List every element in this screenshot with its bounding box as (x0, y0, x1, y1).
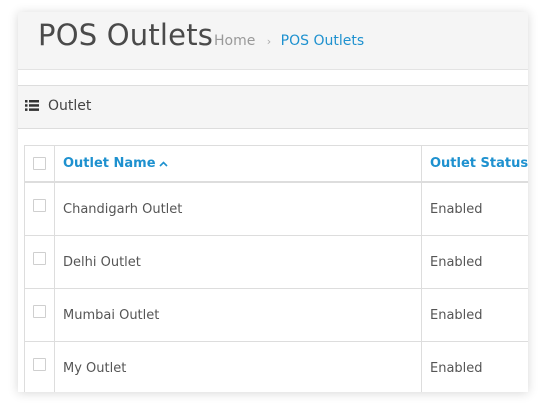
outlet-status-cell: Enabled (421, 341, 528, 392)
select-all-cell (24, 145, 55, 183)
section-title: Outlet (48, 98, 92, 114)
list-icon (25, 100, 39, 111)
row-checkbox[interactable] (33, 357, 46, 371)
table-row: Chandigarh Outlet Enabled (24, 181, 528, 236)
breadcrumb-home-link[interactable]: Home (214, 33, 255, 49)
table-row: Mumbai Outlet Enabled (24, 288, 528, 342)
outlets-table: Outlet Name Outlet Status Chandigarh Out… (24, 145, 528, 392)
outlet-name-cell: Chandigarh Outlet (54, 181, 422, 236)
breadcrumb: Home › POS Outlets (214, 33, 364, 49)
column-header-outlet-name[interactable]: Outlet Name (54, 145, 422, 183)
section-heading: Outlet (18, 85, 528, 129)
breadcrumb-separator: › (266, 35, 272, 48)
row-select-cell (24, 288, 55, 342)
row-checkbox[interactable] (33, 304, 46, 318)
outlet-status-cell: Enabled (421, 288, 528, 342)
column-header-outlet-status[interactable]: Outlet Status (421, 145, 528, 183)
outlet-status-sort-link[interactable]: Outlet Status (430, 156, 528, 171)
row-select-cell (24, 341, 55, 392)
content-panel: POS Outlets Home › POS Outlets Outlet Ou… (18, 12, 528, 392)
outlet-status-cell: Enabled (421, 181, 528, 236)
breadcrumb-pos-outlets-link[interactable]: POS Outlets (281, 33, 364, 49)
outlet-status-cell: Enabled (421, 235, 528, 289)
row-select-cell (24, 181, 55, 236)
table-row: My Outlet Enabled (24, 341, 528, 392)
outlet-name-cell: My Outlet (54, 341, 422, 392)
row-checkbox[interactable] (33, 198, 46, 212)
table-row: Delhi Outlet Enabled (24, 235, 528, 289)
row-checkbox[interactable] (33, 251, 46, 265)
table-header-row: Outlet Name Outlet Status (24, 145, 528, 183)
chevron-up-icon (158, 160, 168, 167)
outlet-name-sort-link[interactable]: Outlet Name (63, 156, 156, 171)
outlet-name-cell: Delhi Outlet (54, 235, 422, 289)
page-header: POS Outlets Home › POS Outlets (18, 12, 528, 70)
page-title: POS Outlets (38, 18, 214, 52)
outlet-name-cell: Mumbai Outlet (54, 288, 422, 342)
row-select-cell (24, 235, 55, 289)
select-all-checkbox[interactable] (33, 157, 46, 170)
